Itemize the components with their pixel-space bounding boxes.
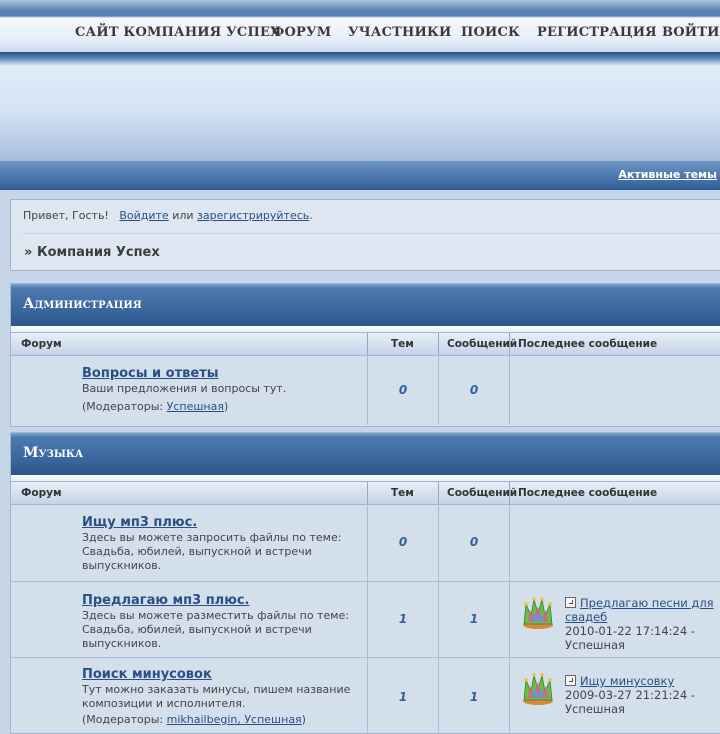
breadcrumb: » Компания Успех [24, 245, 160, 260]
breadcrumb-home-link[interactable]: Компания Успех [37, 245, 160, 260]
column-headers: Форум Тем Сообщений Последнее сообщение [11, 332, 720, 356]
sub-nav-bar: Активные темы [0, 160, 720, 190]
last-post: Ищу минусовку 2009-03-27 21:21:24 - Успе… [565, 674, 720, 716]
greeting-divider [23, 233, 720, 234]
topics-count: 1 [398, 690, 408, 704]
greeting-box: Привет, Гость! Войдите или зарегистрируй… [10, 199, 720, 271]
last-post-link[interactable]: Предлагаю песни для свадеб [565, 596, 714, 624]
greeting-or: или [172, 209, 194, 222]
greeting-period: . [309, 209, 313, 222]
last-post-link[interactable]: Ищу минусовку [580, 674, 674, 688]
crown-avatar-icon [523, 673, 553, 705]
col-divider [367, 333, 368, 355]
register-link[interactable]: зарегистрируйтесь [197, 209, 309, 222]
nav-search-link[interactable]: ПОИСК [461, 25, 520, 40]
posts-count: 1 [469, 612, 479, 626]
forum-description: Тут можно заказать минусы, пишем названи… [82, 683, 351, 710]
posts-count: 1 [469, 690, 479, 704]
top-strip [0, 0, 720, 10]
nav-forum-link[interactable]: ФОРУМ [272, 25, 331, 40]
header-banner [0, 52, 720, 160]
forum-link[interactable]: Вопросы и ответы [82, 366, 218, 381]
nav-login-link[interactable]: ВОЙТИ [662, 25, 720, 40]
nav-register-link[interactable]: РЕГИСТРАЦИЯ [537, 25, 657, 40]
col-divider [509, 333, 510, 355]
last-post-date: 2009-03-27 21:21:24 - [565, 688, 695, 702]
nav-site-link[interactable]: САЙТ КОМПАНИЯ УСПЕХ [75, 25, 280, 40]
topics-count: 0 [398, 383, 408, 397]
col-forum: Форум [21, 338, 62, 350]
post-icon [565, 597, 576, 608]
moderators-label: (Модераторы: [82, 400, 164, 413]
row-divider [509, 658, 510, 733]
category-music: Музыка Форум Тем Сообщений Последнее соо… [10, 432, 720, 734]
posts-count: 0 [469, 535, 479, 549]
forum-row: Ищу мп3 плюс. Здесь вы можете запросить … [11, 504, 720, 582]
column-headers: Форум Тем Сообщений Последнее сообщение [11, 481, 720, 505]
forum-link[interactable]: Поиск минусовок [82, 667, 212, 682]
row-divider [509, 355, 510, 425]
forum-description: Здесь вы можете запросить файлы по теме:… [82, 531, 342, 572]
col-divider [509, 482, 510, 504]
row-divider [509, 582, 510, 657]
forum-row: Поиск минусовок Тут можно заказать минус… [11, 658, 720, 733]
crown-avatar-icon [523, 597, 553, 629]
category-header: Администрация [11, 284, 720, 326]
nav-members-link[interactable]: УЧАСТНИКИ [348, 25, 452, 40]
col-posts: Сообщений [447, 487, 518, 499]
greeting-text: Привет, Гость! [23, 209, 109, 222]
last-post-author: Успешная [565, 638, 625, 652]
col-divider [367, 482, 368, 504]
forum-row: Предлагаю мп3 плюс. Здесь вы можете разм… [11, 582, 720, 658]
col-topics: Тем [391, 338, 414, 350]
last-post-date: 2010-01-22 17:14:24 - [565, 624, 695, 638]
moderators-close: ) [223, 400, 229, 413]
col-posts: Сообщений [447, 338, 518, 350]
col-divider [438, 333, 439, 355]
forum-link[interactable]: Ищу мп3 плюс. [82, 515, 197, 530]
topics-count: 0 [398, 535, 408, 549]
greeting-line: Привет, Гость! Войдите или зарегистрируй… [23, 209, 313, 222]
last-post-author: Успешная [565, 702, 625, 716]
posts-count: 0 [469, 383, 479, 397]
moderator-link[interactable]: Успешная [167, 400, 224, 413]
row-divider [509, 504, 510, 581]
col-last-post: Последнее сообщение [518, 338, 658, 350]
category-title[interactable]: Администрация [23, 296, 142, 312]
col-divider [438, 482, 439, 504]
last-post: Предлагаю песни для свадеб 2010-01-22 17… [565, 596, 720, 652]
category-header: Музыка [11, 433, 720, 475]
post-icon [565, 675, 576, 686]
forum-link[interactable]: Предлагаю мп3 плюс. [82, 593, 250, 608]
forum-description: Ваши предложения и вопросы тут. [82, 382, 287, 395]
breadcrumb-marker: » [24, 245, 33, 260]
topics-count: 1 [398, 612, 408, 626]
login-link[interactable]: Войдите [119, 209, 168, 222]
active-topics-link[interactable]: Активные темы [618, 168, 717, 181]
category-title[interactable]: Музыка [23, 445, 83, 461]
col-topics: Тем [391, 487, 414, 499]
main-nav: САЙТ КОМПАНИЯ УСПЕХ ФОРУМ УЧАСТНИКИ ПОИС… [0, 10, 720, 53]
forum-description: Здесь вы можете разместить файлы по теме… [82, 609, 349, 650]
col-last-post: Последнее сообщение [518, 487, 658, 499]
forum-moderators: (Модераторы: Успешная) [82, 400, 228, 413]
col-forum: Форум [21, 487, 62, 499]
category-administration: Администрация Форум Тем Сообщений Послед… [10, 283, 720, 427]
forum-row: Вопросы и ответы Ваши предложения и вопр… [11, 355, 720, 425]
